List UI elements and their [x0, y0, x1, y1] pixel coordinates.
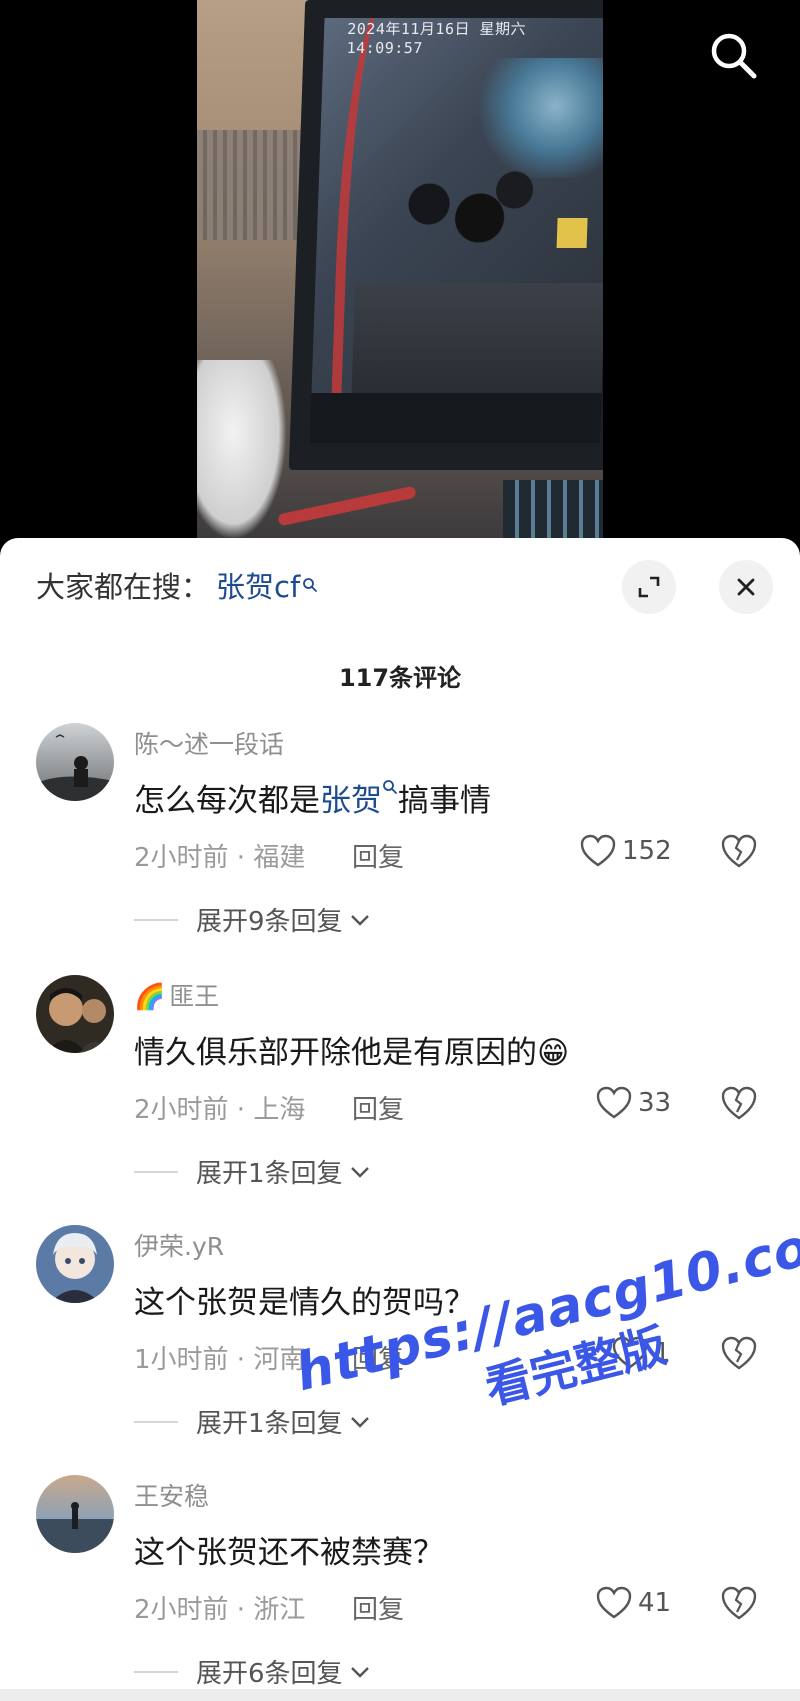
divider [134, 1420, 178, 1423]
avatar[interactable] [36, 723, 114, 801]
comment-text: 怎么每次都是张贺 搞事情 [134, 775, 491, 820]
broken-heart-icon [721, 1086, 757, 1120]
comment-count: 117条评论 [338, 664, 462, 692]
dislike-button[interactable] [720, 833, 758, 871]
comment-username[interactable]: 王安稳 [134, 1477, 209, 1513]
chevron-down-icon [350, 914, 369, 926]
divider [134, 1670, 178, 1673]
expand-replies[interactable]: 展开1条回复 [134, 1403, 371, 1440]
like-button[interactable]: 41 [596, 1583, 671, 1623]
trending-search[interactable]: 大家都在搜： 张贺cf [36, 564, 318, 606]
trending-keyword[interactable]: 张贺cf [216, 570, 300, 604]
reply-button[interactable]: 回复 [352, 1089, 404, 1126]
search-small-icon [382, 780, 398, 819]
bottom-bar [0, 1689, 800, 1701]
comment-text-part: 怎么每次都是 [134, 783, 320, 819]
dislike-button[interactable] [720, 1585, 758, 1623]
keyboard [503, 480, 603, 540]
divider [134, 1170, 178, 1173]
close-button[interactable] [719, 560, 773, 614]
video-frame: 2024年11月16日 星期六 14:09:57 [197, 0, 603, 540]
heart-icon [596, 1086, 632, 1119]
comment-text: 情久俱乐部开除他是有原因的😁 [134, 1035, 570, 1071]
expand-replies[interactable]: 展开1条回复 [134, 1153, 371, 1190]
avatar[interactable] [36, 1475, 114, 1553]
like-button[interactable]: 152 [580, 831, 672, 871]
expand-replies[interactable]: 展开6条回复 [134, 1653, 371, 1690]
monitor-taskbar [309, 393, 602, 443]
chevron-down-icon [350, 1416, 369, 1428]
comment-meta: 2小时前 · 上海 [134, 1095, 306, 1125]
dislike-button[interactable] [720, 1085, 758, 1123]
comment-username[interactable]: 🌈 匪王 [134, 977, 219, 1013]
like-count: 152 [622, 836, 672, 866]
broken-heart-icon [721, 1336, 757, 1370]
rainbow-icon: 🌈 [134, 982, 166, 1011]
comment-username-text: 匪王 [169, 982, 220, 1011]
trending-label: 大家都在搜： [36, 570, 211, 604]
video-timestamp: 2024年11月16日 星期六 14:09:57 [346, 20, 527, 57]
expand-replies-label: 展开1条回复 [196, 1409, 343, 1439]
comment-text: 这个张贺是情久的贺吗？ [134, 1285, 475, 1321]
avatar[interactable] [36, 975, 114, 1053]
comment-keyword-link[interactable]: 张贺 [320, 783, 382, 819]
comment-item: 陈～述一段话 怎么每次都是张贺 搞事情 2小时前 · 福建 回复 152 展开9条… [0, 723, 800, 973]
heart-icon [580, 834, 616, 867]
comment-item: 伊荣.yR 这个张贺是情久的贺吗？ 1小时前 · 河南 回复 1 展开1条回复 [0, 1225, 800, 1475]
like-button[interactable]: 33 [596, 1083, 671, 1123]
expand-replies-label: 展开9条回复 [196, 907, 343, 937]
divider [134, 918, 178, 921]
chevron-down-icon [350, 1666, 369, 1678]
expand-replies[interactable]: 展开9条回复 [134, 901, 371, 938]
reply-button[interactable]: 回复 [352, 1589, 404, 1626]
chevron-down-icon [350, 1166, 369, 1178]
like-count: 41 [638, 1588, 672, 1618]
comment-meta: 1小时前 · 河南 [134, 1345, 306, 1375]
monitor [288, 0, 603, 470]
search-small-icon [302, 566, 318, 600]
plastic-bag [197, 360, 287, 540]
reply-button[interactable]: 回复 [352, 837, 404, 874]
broken-heart-icon [721, 1586, 757, 1620]
like-button[interactable]: 1 [612, 1333, 671, 1373]
avatar[interactable] [36, 1225, 114, 1303]
video-player[interactable]: 2024年11月16日 星期六 14:09:57 [0, 0, 800, 540]
like-count: 33 [638, 1088, 672, 1118]
search-icon[interactable] [708, 30, 760, 82]
reply-button[interactable]: 回复 [352, 1339, 404, 1376]
comment-item: 🌈 匪王 情久俱乐部开除他是有原因的😁 2小时前 · 上海 回复 33 展开1条回… [0, 975, 800, 1225]
cctv-footage [311, 18, 603, 393]
dislike-button[interactable] [720, 1335, 758, 1373]
comment-meta: 2小时前 · 福建 [134, 843, 306, 873]
like-count: 1 [654, 1338, 671, 1368]
comment-username[interactable]: 伊荣.yR [134, 1227, 224, 1263]
close-icon [737, 578, 755, 596]
expand-replies-label: 展开1条回复 [196, 1159, 343, 1189]
expand-icon [638, 576, 660, 598]
red-pen [277, 485, 417, 527]
comment-item: 王安稳 这个张贺还不被禁赛？ 2小时前 · 浙江 回复 41 展开6条回复 [0, 1475, 800, 1701]
heart-icon [596, 1586, 632, 1619]
expand-fullscreen-button[interactable] [622, 560, 676, 614]
expand-replies-label: 展开6条回复 [196, 1659, 343, 1689]
comment-meta: 2小时前 · 浙江 [134, 1595, 306, 1625]
comment-text: 这个张贺还不被禁赛？ [134, 1535, 444, 1571]
heart-icon [612, 1336, 648, 1369]
comment-username[interactable]: 陈～述一段话 [134, 725, 284, 761]
comment-panel: 大家都在搜： 张贺cf 117条评论 陈～述一段话 怎么每次都是张贺 搞事情 2… [0, 538, 800, 1701]
comment-text-part: 搞事情 [398, 783, 491, 819]
broken-heart-icon [721, 834, 757, 868]
